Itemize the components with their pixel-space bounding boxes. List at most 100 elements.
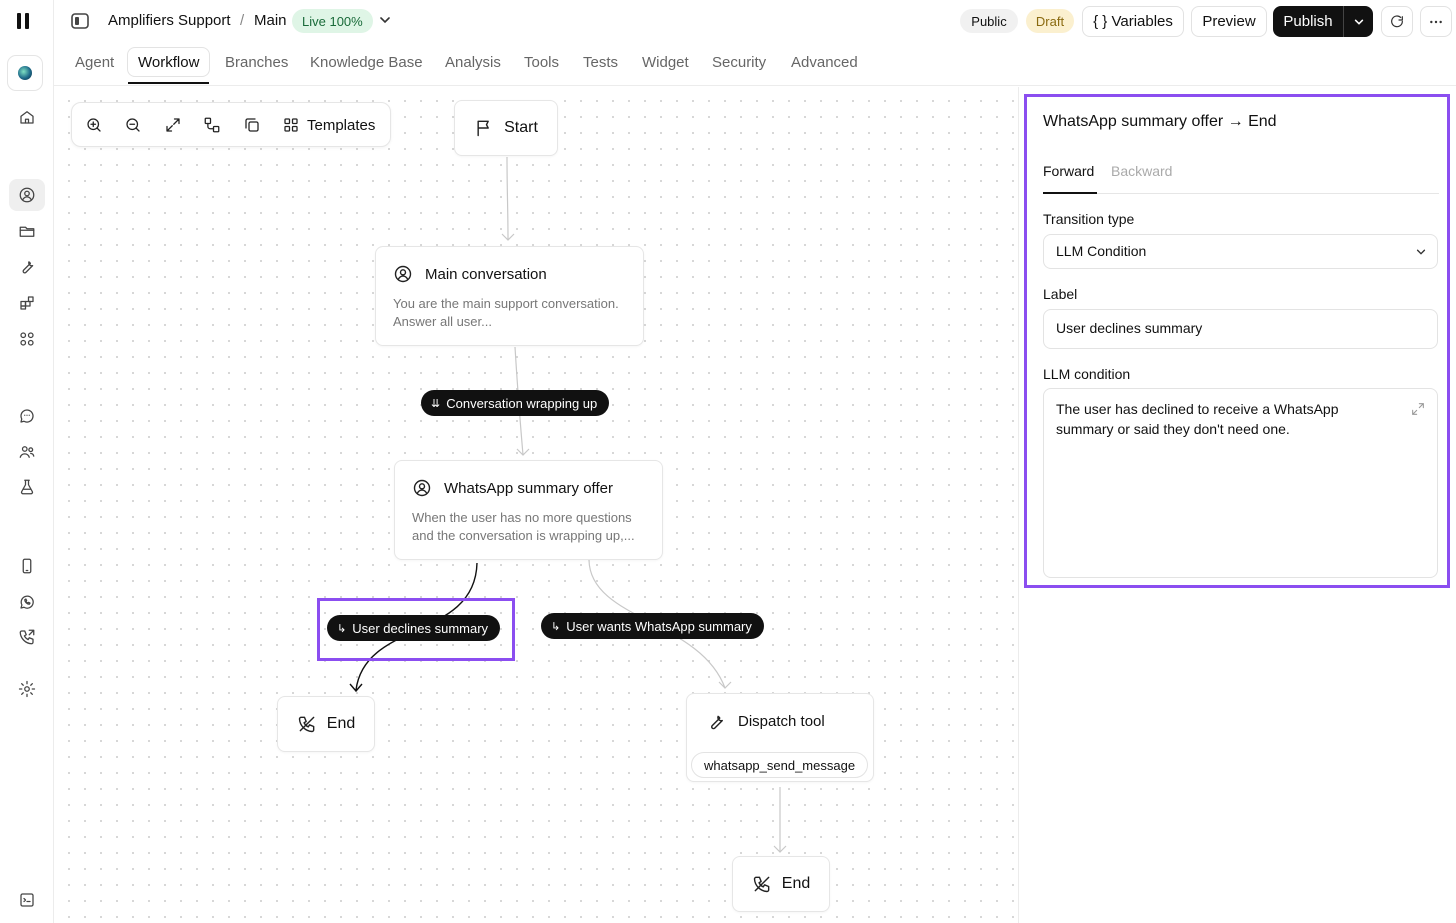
label-input[interactable]: User declines summary <box>1043 309 1438 349</box>
chevron-down-icon <box>1416 249 1426 255</box>
agent-icon <box>413 479 431 497</box>
node-end-left[interactable]: End <box>277 696 375 752</box>
agents-icon[interactable] <box>9 179 45 211</box>
duplicate-icon[interactable] <box>241 114 263 136</box>
sync-button[interactable] <box>1381 6 1413 37</box>
node-main-title: Main conversation <box>425 265 547 283</box>
wrench-icon <box>711 715 723 730</box>
node-end-bottom[interactable]: End <box>732 856 830 912</box>
tab-branches[interactable]: Branches <box>215 47 298 77</box>
preview-button[interactable]: Preview <box>1191 6 1267 37</box>
panel-title: WhatsApp summary offer → End <box>1043 113 1277 130</box>
breadcrumb-branch[interactable]: Main <box>254 12 287 29</box>
sidebar-toggle-icon[interactable] <box>70 12 90 30</box>
label-field-label: Label <box>1043 286 1078 302</box>
tab-forward[interactable]: Forward <box>1043 163 1094 179</box>
tab-tests[interactable]: Tests <box>573 47 628 77</box>
users-icon[interactable] <box>9 436 45 468</box>
llm-condition-label: LLM condition <box>1043 366 1131 382</box>
tab-advanced[interactable]: Advanced <box>781 47 868 77</box>
left-rail <box>0 0 54 923</box>
expand-icon[interactable] <box>1410 401 1426 417</box>
agent-icon <box>394 265 412 283</box>
node-whatsapp-description: When the user has no more questions and … <box>412 510 635 543</box>
more-horizontal-icon <box>1430 20 1442 23</box>
tab-workflow[interactable]: Workflow <box>127 47 211 84</box>
folder-icon[interactable] <box>9 215 45 247</box>
tab-tools[interactable]: Tools <box>514 47 569 77</box>
home-icon[interactable] <box>9 101 45 133</box>
templates-button[interactable]: Templates <box>282 113 375 137</box>
node-dispatch-title: Dispatch tool <box>738 712 825 730</box>
edge-label-user-declines-summary[interactable]: ↳ User declines summary <box>327 615 501 641</box>
double-chevron-down-icon: ⇊ <box>431 397 441 410</box>
llm-condition-textarea[interactable]: The user has declined to receive a Whats… <box>1043 388 1438 578</box>
templates-label: Templates <box>307 116 376 134</box>
node-whatsapp-summary-offer[interactable]: WhatsApp summary offer When the user has… <box>394 460 663 560</box>
panel-tab-divider <box>1043 193 1439 194</box>
tab-analysis[interactable]: Analysis <box>435 47 511 77</box>
tab-agent[interactable]: Agent <box>65 47 124 77</box>
refresh-icon <box>1391 14 1403 27</box>
node-end-bottom-label: End <box>781 875 811 892</box>
canvas-toolbar: Templates <box>71 102 391 147</box>
top-bar: Amplifiers Support / Main Live 100% Publ… <box>54 0 1456 42</box>
transition-type-value: LLM Condition <box>1056 243 1147 259</box>
more-options-button[interactable] <box>1420 6 1452 37</box>
branch-dropdown-chevron-icon[interactable] <box>378 13 392 27</box>
branch-arrow-icon: ↳ <box>551 620 561 633</box>
wrench-icon[interactable] <box>9 250 45 282</box>
panel-divider <box>1018 87 1019 923</box>
phone-call-icon[interactable] <box>9 621 45 653</box>
node-main-description: You are the main support conversation. A… <box>393 296 619 329</box>
whatsapp-icon[interactable] <box>9 586 45 618</box>
auto-layout-icon[interactable] <box>201 114 223 136</box>
draft-badge[interactable]: Draft <box>1026 9 1074 33</box>
transition-type-select[interactable]: LLM Condition <box>1043 234 1438 269</box>
live-status-badge: Live 100% <box>292 9 373 33</box>
hang-up-phone-icon <box>753 876 770 893</box>
tool-name-chip: whatsapp_send_message <box>691 752 869 778</box>
integrations-icon[interactable] <box>9 287 45 319</box>
templates-grid-icon <box>284 118 298 132</box>
phone-device-icon[interactable] <box>9 550 45 582</box>
zoom-out-icon[interactable] <box>122 114 144 136</box>
node-start[interactable]: Start <box>454 100 558 156</box>
app-logo-icon[interactable] <box>17 13 31 29</box>
node-whatsapp-title: WhatsApp summary offer <box>444 479 613 497</box>
edge-wrapping-text: Conversation wrapping up <box>446 395 598 411</box>
chevron-down-icon <box>1354 19 1363 25</box>
tab-backward[interactable]: Backward <box>1111 163 1172 179</box>
conversations-icon[interactable] <box>9 400 45 432</box>
breadcrumb-separator: / <box>240 12 245 29</box>
tab-security[interactable]: Security <box>702 47 776 77</box>
branch-arrow-icon: ↳ <box>337 622 347 635</box>
edge-declines-text: User declines summary <box>352 620 489 636</box>
edge-label-user-wants-whatsapp-summary[interactable]: ↳ User wants WhatsApp summary <box>541 613 764 639</box>
tab-knowledge-base[interactable]: Knowledge Base <box>300 47 433 77</box>
flask-icon[interactable] <box>9 471 45 503</box>
agent-avatar-button[interactable] <box>7 55 43 91</box>
zoom-in-icon[interactable] <box>83 114 105 136</box>
tab-widget[interactable]: Widget <box>632 47 699 77</box>
node-dispatch-tool[interactable]: Dispatch tool whatsapp_send_message <box>686 693 874 782</box>
variables-button[interactable]: { } Variables <box>1082 6 1184 37</box>
apps-grid-icon[interactable] <box>9 323 45 355</box>
agent-orb-icon <box>18 66 32 80</box>
main-tabs: Agent Workflow Branches Knowledge Base A… <box>54 42 1456 86</box>
terminal-icon[interactable] <box>9 884 45 916</box>
edge-label-conversation-wrapping-up[interactable]: ⇊ Conversation wrapping up <box>421 390 610 416</box>
publish-dropdown-button[interactable] <box>1343 6 1373 37</box>
public-badge[interactable]: Public <box>960 9 1018 33</box>
active-tab-underline <box>1043 192 1097 194</box>
breadcrumb-project[interactable]: Amplifiers Support <box>108 12 231 29</box>
edge-wants-text: User wants WhatsApp summary <box>566 618 752 634</box>
node-end-left-label: End <box>326 715 356 732</box>
hang-up-phone-icon <box>298 716 315 733</box>
flag-icon <box>477 120 489 137</box>
fit-view-icon[interactable] <box>162 114 184 136</box>
settings-gear-icon[interactable] <box>9 673 45 705</box>
publish-button[interactable]: Publish <box>1273 6 1343 37</box>
node-start-label: Start <box>504 119 538 136</box>
node-main-conversation[interactable]: Main conversation You are the main suppo… <box>375 246 644 346</box>
